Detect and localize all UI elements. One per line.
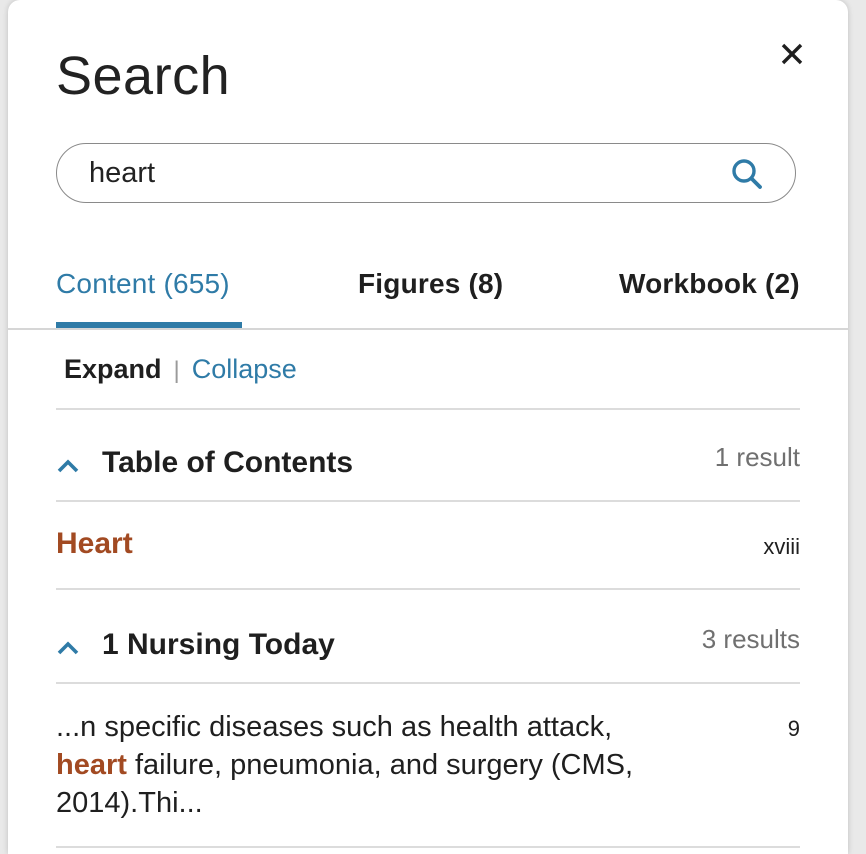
results-tabs: Content (655) Figures (8) Workbook (2) xyxy=(8,258,848,330)
active-tab-indicator xyxy=(56,322,242,328)
snippet-highlight: heart xyxy=(56,749,127,781)
snippet-text-after: failure, pneumonia, and surgery (CMS, 20… xyxy=(56,749,634,819)
tab-content[interactable]: Content (655) xyxy=(56,268,230,300)
panel-title: Search xyxy=(56,46,231,106)
separator: | xyxy=(173,357,180,384)
search-box xyxy=(56,143,796,203)
divider xyxy=(56,588,800,590)
divider xyxy=(56,500,800,502)
section-title: 1 Nursing Today xyxy=(102,628,335,661)
close-icon xyxy=(781,43,803,65)
section-result-count: 3 results xyxy=(701,624,800,654)
search-input[interactable] xyxy=(89,152,709,194)
search-panel: Search Content (655) Figures (8) Workboo… xyxy=(8,0,848,854)
result-snippet[interactable]: ...n specific diseases such as health at… xyxy=(56,708,696,822)
section-result-count: 1 result xyxy=(714,442,800,472)
tab-workbook[interactable]: Workbook (2) xyxy=(619,268,800,300)
section-header-nursing-today[interactable]: 1 Nursing Today 3 results xyxy=(56,620,800,680)
search-icon[interactable] xyxy=(729,156,765,192)
divider xyxy=(56,846,800,848)
chevron-up-icon xyxy=(57,459,79,473)
collapse-link[interactable]: Collapse xyxy=(192,354,297,384)
divider xyxy=(56,408,800,410)
snippet-text-before: ...n specific diseases such as health at… xyxy=(56,711,613,743)
section-title: Table of Contents xyxy=(102,446,354,479)
section-header-table-of-contents[interactable]: Table of Contents 1 result xyxy=(56,438,800,498)
close-button[interactable] xyxy=(774,36,810,72)
tab-figures[interactable]: Figures (8) xyxy=(358,268,503,300)
result-page-number: 9 xyxy=(787,716,800,741)
chevron-up-icon xyxy=(57,641,79,655)
expand-link[interactable]: Expand xyxy=(64,354,162,384)
divider xyxy=(56,682,800,684)
result-link-heart[interactable]: Heart xyxy=(56,527,133,561)
result-page-number: xviii xyxy=(763,534,800,559)
expand-collapse-controls: Expand | Collapse xyxy=(64,354,297,385)
